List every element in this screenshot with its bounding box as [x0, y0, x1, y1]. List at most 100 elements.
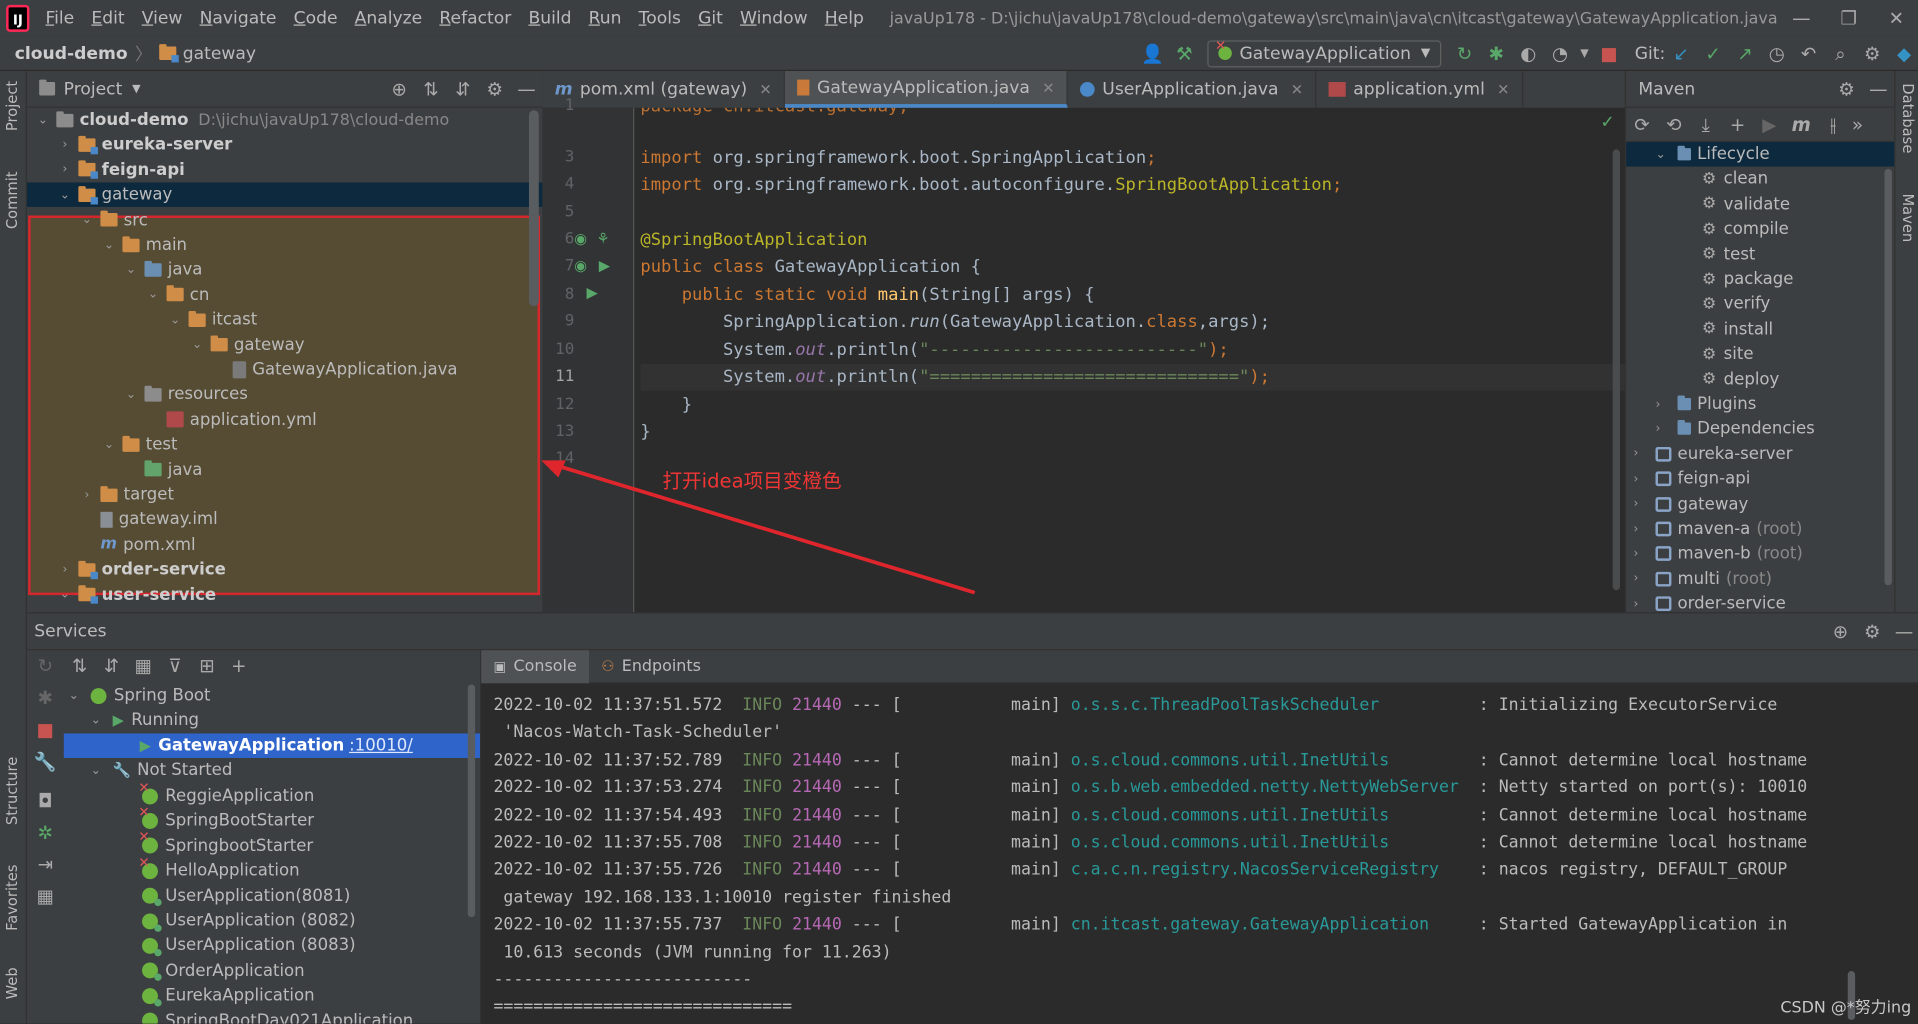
- add-project-icon[interactable]: +: [1722, 111, 1754, 138]
- chevron-down-icon[interactable]: ⌄: [91, 713, 108, 726]
- service-item-springbootstarter[interactable]: SpringBootStarter: [64, 804, 480, 833]
- more-icon[interactable]: »: [1849, 111, 1866, 138]
- bean-gutter-icon[interactable]: ⚘: [596, 230, 609, 247]
- search-icon[interactable]: ⌕: [1824, 40, 1856, 67]
- close-tab-icon[interactable]: ✕: [759, 81, 771, 98]
- tree-row-root[interactable]: ⌄ cloud-demo D:\jichu\javaUp178\cloud-de…: [27, 108, 543, 132]
- chevron-down-icon[interactable]: ⌄: [69, 689, 86, 702]
- maven-goal-package[interactable]: ⚙ package: [1626, 267, 1895, 291]
- exit-icon[interactable]: ⇥: [27, 849, 64, 881]
- menu-view[interactable]: View: [133, 9, 191, 29]
- locate-file-icon[interactable]: ⊕: [383, 75, 415, 102]
- menu-analyze[interactable]: Analyze: [346, 9, 431, 29]
- chevron-down-icon[interactable]: ⌄: [78, 213, 95, 226]
- menu-code[interactable]: Code: [285, 9, 346, 29]
- expand-all-icon[interactable]: ⇅: [64, 653, 96, 680]
- chevron-down-icon[interactable]: ⌄: [91, 763, 108, 776]
- chevron-right-icon[interactable]: ›: [56, 163, 73, 176]
- hide-panel-icon[interactable]: —: [511, 75, 543, 102]
- coverage-icon[interactable]: ◐: [1512, 40, 1544, 67]
- chevron-right-icon[interactable]: ›: [1633, 547, 1650, 560]
- expand-all-icon[interactable]: ⇅: [415, 75, 447, 102]
- maven-settings-gear-icon[interactable]: ⚙: [1831, 75, 1863, 102]
- chevron-right-icon[interactable]: ›: [1633, 472, 1650, 485]
- debug-icon[interactable]: ✱: [1480, 40, 1512, 67]
- maven-module-maven-b[interactable]: › maven-b (root): [1626, 542, 1895, 566]
- editor-tab-userapplication-java[interactable]: UserApplication.java ✕: [1068, 71, 1317, 108]
- tree-row-resources[interactable]: ⌄ resources: [27, 383, 543, 407]
- maven-goal-install[interactable]: ⚙ install: [1626, 317, 1895, 341]
- project-view-select[interactable]: Project: [64, 79, 123, 99]
- collapse-all-icon[interactable]: ⇵: [96, 653, 128, 680]
- run-configuration-select[interactable]: GatewayApplication ▼: [1207, 38, 1442, 67]
- bug-icon[interactable]: ✲: [27, 817, 64, 849]
- stop-icon[interactable]: ■: [1593, 40, 1625, 67]
- service-item-springbootstarter[interactable]: SpringbootStarter: [64, 829, 480, 858]
- profile-icon[interactable]: ◔: [1544, 40, 1576, 67]
- tree-row-gatewayapplication-java[interactable]: GatewayApplication.java: [27, 358, 543, 382]
- menu-file[interactable]: File: [37, 9, 83, 29]
- breadcrumb-project[interactable]: cloud-demo: [15, 43, 128, 63]
- chevron-down-icon[interactable]: ▼: [132, 83, 140, 95]
- tree-row-gateway[interactable]: ⌄ gateway: [27, 333, 543, 357]
- layout-icon[interactable]: ▦: [27, 880, 64, 912]
- service-item-helloapplication[interactable]: HelloApplication: [64, 854, 480, 883]
- menu-edit[interactable]: Edit: [83, 9, 133, 29]
- menu-refactor[interactable]: Refactor: [431, 9, 520, 29]
- maven-group-dependencies[interactable]: › Dependencies: [1626, 417, 1895, 441]
- add-service-icon[interactable]: +: [223, 653, 255, 680]
- camera-icon[interactable]: ◘: [27, 785, 64, 817]
- gateway-running-item[interactable]: ▶ GatewayApplication :10010/: [63, 733, 481, 758]
- user-icon[interactable]: 👤: [1137, 40, 1169, 67]
- menu-git[interactable]: Git: [690, 9, 732, 29]
- maven-goal-clean[interactable]: ⚙ clean: [1626, 167, 1895, 191]
- service-item-userapplication-8082-[interactable]: UserApplication (8082): [64, 909, 480, 933]
- git-commit-icon[interactable]: ✓: [1697, 40, 1729, 67]
- chevron-down-icon[interactable]: ⌄: [122, 263, 139, 276]
- service-item-userapplication-8083-[interactable]: UserApplication (8083): [64, 934, 480, 958]
- commit-tool-tab[interactable]: Commit: [4, 171, 21, 229]
- run-goal-icon[interactable]: ▶: [1753, 111, 1785, 138]
- maven-module-maven-a[interactable]: › maven-a (root): [1626, 517, 1895, 541]
- tree-row-itcast[interactable]: ⌄ itcast: [27, 308, 543, 332]
- menu-build[interactable]: Build: [520, 9, 580, 29]
- collapse-all-icon[interactable]: ⇵: [447, 75, 479, 102]
- new-tab-icon[interactable]: ⊞: [191, 653, 223, 680]
- minimize-button[interactable]: —: [1778, 7, 1825, 29]
- editor-tab-gatewayapplication-java[interactable]: GatewayApplication.java ✕: [785, 71, 1068, 108]
- wrench-icon[interactable]: 🔧: [27, 746, 64, 778]
- hide-panel-icon[interactable]: —: [1888, 618, 1918, 645]
- service-item-userapplication-8081-[interactable]: UserApplication(8081): [64, 884, 480, 908]
- panel-settings-gear-icon[interactable]: ⚙: [479, 75, 511, 102]
- chevron-right-icon[interactable]: ›: [56, 563, 73, 576]
- tree-row-java[interactable]: java: [27, 457, 543, 481]
- close-tab-icon[interactable]: ✕: [1042, 79, 1054, 96]
- chevron-right-icon[interactable]: ›: [1656, 397, 1673, 410]
- close-window-button[interactable]: ✕: [1873, 7, 1918, 29]
- spring-boot-node[interactable]: ⌄ Spring Boot: [64, 683, 480, 707]
- chevron-down-icon[interactable]: ⌄: [56, 588, 73, 601]
- chevron-right-icon[interactable]: ›: [56, 138, 73, 151]
- toggle-offline-icon[interactable]: ⫲: [1817, 111, 1849, 138]
- tab-console[interactable]: ▣ Console: [481, 649, 589, 683]
- chevron-down-icon[interactable]: ⌄: [34, 113, 51, 126]
- tree-row-pom-xml[interactable]: m pom.xml: [27, 532, 543, 556]
- chevron-down-icon[interactable]: ⌄: [167, 313, 184, 326]
- maven-module-eureka-server[interactable]: › eureka-server: [1626, 442, 1895, 466]
- database-tool-tab[interactable]: Database: [1899, 83, 1916, 153]
- execute-goal-icon[interactable]: m: [1785, 111, 1817, 138]
- maven-goal-compile[interactable]: ⚙ compile: [1626, 217, 1895, 241]
- tree-row-java[interactable]: ⌄ java: [27, 258, 543, 282]
- maven-goal-deploy[interactable]: ⚙ deploy: [1626, 367, 1895, 391]
- not-started-node[interactable]: ⌄ 🔧 Not Started: [64, 758, 480, 782]
- favorites-tool-tab[interactable]: Favorites: [4, 864, 21, 930]
- tree-row-src[interactable]: ⌄ src: [27, 208, 543, 232]
- tab-endpoints[interactable]: ⚇ Endpoints: [589, 650, 713, 683]
- bean-gutter-icon-2[interactable]: ◉: [574, 257, 587, 274]
- jetbrains-toolbox-icon[interactable]: ◆: [1888, 40, 1918, 67]
- service-item-orderapplication[interactable]: OrderApplication: [64, 959, 480, 983]
- build-hammer-icon[interactable]: ⚒: [1168, 40, 1200, 67]
- project-scrollbar[interactable]: [528, 110, 539, 307]
- chevron-down-icon[interactable]: ⌄: [1656, 148, 1673, 161]
- service-item-eurekaapplication[interactable]: EurekaApplication: [64, 983, 480, 1007]
